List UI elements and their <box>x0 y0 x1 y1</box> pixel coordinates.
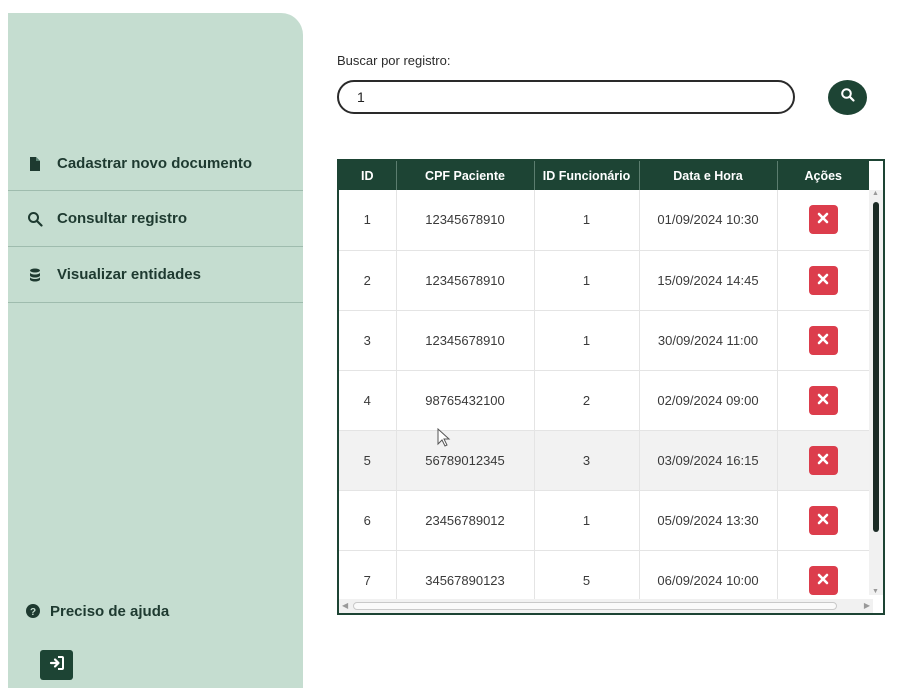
cell-acoes <box>777 190 869 251</box>
table-row: 2 12345678910 1 15/09/2024 14:45 <box>339 250 869 311</box>
close-icon <box>817 573 829 588</box>
cell-data-hora: 01/09/2024 10:30 <box>639 190 778 251</box>
cell-id: 2 <box>339 250 397 311</box>
delete-button[interactable] <box>808 265 838 295</box>
help-label: Preciso de ajuda <box>50 602 170 620</box>
cell-acoes <box>777 490 869 551</box>
cell-id: 3 <box>339 310 397 371</box>
cell-id-funcionario: 1 <box>534 250 640 311</box>
table-row: 6 23456789012 1 05/09/2024 13:30 <box>339 490 869 551</box>
mouse-pointer-icon <box>437 427 451 453</box>
svg-text:?: ? <box>30 607 36 618</box>
column-header-cpf: CPF Paciente <box>396 161 535 190</box>
cell-acoes <box>777 430 869 491</box>
cell-cpf-paciente: 98765432100 <box>396 370 535 431</box>
cell-data-hora: 05/09/2024 13:30 <box>639 490 778 551</box>
cell-id-funcionario: 1 <box>534 190 640 251</box>
table-row: 4 98765432100 2 02/09/2024 09:00 <box>339 370 869 431</box>
close-icon <box>817 513 829 528</box>
sidebar-item-label: Cadastrar novo documento <box>57 155 253 172</box>
close-icon <box>817 273 829 288</box>
table-header-row: ID CPF Paciente ID Funcionário Data e Ho… <box>339 161 869 190</box>
cell-id-funcionario: 3 <box>534 430 640 491</box>
search-label: Buscar por registro: <box>337 53 451 68</box>
scroll-down-icon[interactable]: ▼ <box>872 588 879 595</box>
horizontal-scrollbar-thumb[interactable] <box>353 602 837 610</box>
search-icon <box>26 210 44 228</box>
delete-button[interactable] <box>808 445 838 475</box>
cell-cpf-paciente: 56789012345 <box>396 430 535 491</box>
search-button[interactable] <box>828 80 867 115</box>
scroll-up-icon[interactable]: ▲ <box>872 190 879 197</box>
delete-button[interactable] <box>808 565 838 595</box>
close-icon <box>817 393 829 408</box>
column-header-acoes: Ações <box>777 161 869 190</box>
scroll-right-icon[interactable]: ▶ <box>864 601 870 610</box>
sidebar-item-consultar[interactable]: Consultar registro <box>8 191 303 247</box>
database-icon <box>26 266 44 284</box>
delete-button[interactable] <box>808 505 838 535</box>
cell-id-funcionario: 2 <box>534 370 640 431</box>
cell-data-hora: 03/09/2024 16:15 <box>639 430 778 491</box>
cell-cpf-paciente: 12345678910 <box>396 310 535 371</box>
cell-id: 1 <box>339 190 397 251</box>
cell-cpf-paciente: 23456789012 <box>396 490 535 551</box>
search-icon <box>840 87 856 108</box>
cell-cpf-paciente: 12345678910 <box>396 190 535 251</box>
cell-id-funcionario: 1 <box>534 310 640 371</box>
vertical-scrollbar-thumb[interactable] <box>873 202 879 532</box>
cell-acoes <box>777 310 869 371</box>
cell-cpf-paciente: 12345678910 <box>396 250 535 311</box>
sidebar-nav: Cadastrar novo documento Consultar regis… <box>8 137 303 303</box>
help-link[interactable]: ? Preciso de ajuda <box>24 602 169 620</box>
cell-acoes <box>777 250 869 311</box>
delete-button[interactable] <box>808 325 838 355</box>
column-header-id-funcionario: ID Funcionário <box>534 161 640 190</box>
scroll-left-icon[interactable]: ◀ <box>342 601 348 610</box>
delete-button[interactable] <box>808 385 838 415</box>
records-table-container: ID CPF Paciente ID Funcionário Data e Ho… <box>337 159 885 615</box>
table-row: 5 56789012345 3 03/09/2024 16:15 <box>339 430 869 491</box>
cell-id: 6 <box>339 490 397 551</box>
close-icon <box>817 212 829 227</box>
vertical-scrollbar[interactable]: ▲ ▼ <box>869 190 883 595</box>
sidebar-item-label: Consultar registro <box>57 210 188 227</box>
horizontal-scrollbar[interactable]: ◀ ▶ <box>339 599 873 613</box>
column-header-id: ID <box>339 161 397 190</box>
logout-icon <box>49 655 65 676</box>
table-row: 1 12345678910 1 01/09/2024 10:30 <box>339 190 869 251</box>
sidebar-item-label: Visualizar entidades <box>57 266 201 283</box>
records-table: ID CPF Paciente ID Funcionário Data e Ho… <box>339 161 869 611</box>
delete-button[interactable] <box>808 205 838 235</box>
question-circle-icon: ? <box>24 602 42 620</box>
close-icon <box>817 333 829 348</box>
cell-id-funcionario: 1 <box>534 490 640 551</box>
column-header-data-hora: Data e Hora <box>639 161 778 190</box>
table-row: 3 12345678910 1 30/09/2024 11:00 <box>339 310 869 371</box>
search-input[interactable] <box>337 80 795 114</box>
cell-data-hora: 15/09/2024 14:45 <box>639 250 778 311</box>
cell-acoes <box>777 370 869 431</box>
cell-id: 4 <box>339 370 397 431</box>
cell-data-hora: 02/09/2024 09:00 <box>639 370 778 431</box>
sidebar: Cadastrar novo documento Consultar regis… <box>8 13 303 688</box>
file-icon <box>26 155 44 173</box>
sidebar-item-visualizar[interactable]: Visualizar entidades <box>8 247 303 303</box>
cell-id: 5 <box>339 430 397 491</box>
close-icon <box>817 453 829 468</box>
cell-data-hora: 30/09/2024 11:00 <box>639 310 778 371</box>
logout-button[interactable] <box>40 650 73 680</box>
sidebar-item-cadastrar[interactable]: Cadastrar novo documento <box>8 137 303 191</box>
